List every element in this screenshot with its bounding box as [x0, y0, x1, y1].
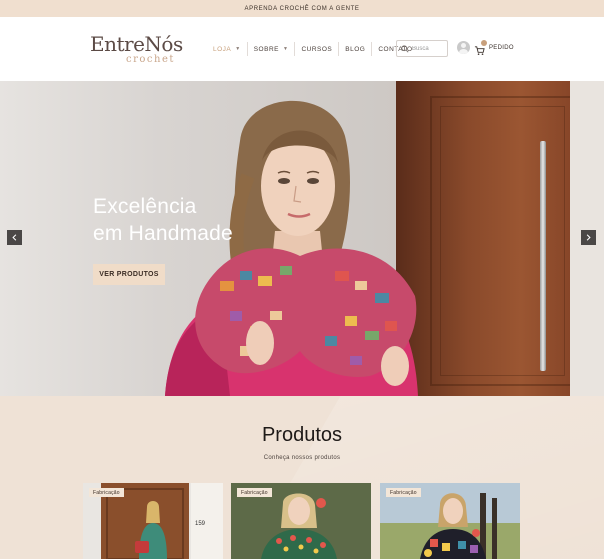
door-handle [540, 141, 546, 371]
see-products-button[interactable]: VER PRODUTOS [93, 264, 165, 285]
cart-label: PEDIDO [489, 45, 514, 51]
cart-button[interactable]: PEDIDO [474, 39, 514, 55]
hero-banner: Excelência em Handmade VER PRODUTOS [0, 81, 604, 396]
site-header: EntreNós crochet LOJA ▼ SOBRE ▼ CURSOS B… [0, 17, 604, 81]
logo-sub-text: crochet [126, 54, 175, 65]
svg-text:159: 159 [195, 521, 206, 527]
nav-item-label: SOBRE [253, 45, 279, 53]
section-title: Produtos [261, 424, 343, 446]
chevron-down-icon: ▼ [235, 46, 241, 52]
cart-count-badge [481, 39, 487, 46]
user-icon[interactable] [457, 41, 470, 54]
main-nav: LOJA ▼ SOBRE ▼ CURSOS BLOG CONTATO [207, 41, 419, 57]
announcement-bar: APRENDA CROCHÊ COM A GENTE [0, 0, 604, 17]
chevron-down-icon: ▼ [282, 46, 289, 52]
logo-main-text: EntreNós [90, 32, 183, 56]
product-card[interactable]: Fabricação [380, 483, 520, 559]
door-panel-inner [440, 106, 565, 376]
hero-title: Excelência em Handmade [93, 193, 233, 247]
product-card[interactable]: Fabricação 159 [83, 483, 223, 559]
nav-item-label: LOJA [213, 45, 232, 53]
search-icon [401, 44, 409, 53]
nav-item-sobre[interactable]: SOBRE ▼ [248, 41, 295, 57]
hero-title-line-2: em Handmade [93, 222, 233, 245]
nav-item-loja[interactable]: LOJA ▼ [207, 41, 247, 57]
carousel-prev-button[interactable] [7, 230, 22, 245]
cart-icon [474, 39, 487, 55]
nav-item-cursos[interactable]: CURSOS [295, 41, 338, 57]
product-badge: Fabricação [386, 488, 421, 497]
products-section: Produtos Conheça nossos produtos Fabrica… [0, 396, 604, 559]
product-badge: Fabricação [89, 488, 124, 497]
search-input[interactable] [412, 45, 446, 52]
nav-item-label: BLOG [345, 45, 366, 53]
announcement-text: APRENDA CROCHÊ COM A GENTE [244, 5, 360, 12]
carousel-next-button[interactable] [581, 230, 596, 245]
section-subtitle: Conheça nossos produtos [263, 455, 341, 461]
product-badge: Fabricação [237, 488, 272, 497]
search-box[interactable] [396, 40, 448, 57]
nav-item-label: CURSOS [301, 45, 333, 53]
chevron-right-icon [586, 234, 591, 241]
product-card[interactable]: Fabricação [231, 483, 371, 559]
chevron-left-icon [12, 234, 17, 241]
nav-item-blog[interactable]: BLOG [339, 41, 371, 57]
hero-title-line-1: Excelência [93, 195, 197, 218]
site-logo[interactable]: EntreNós crochet [90, 32, 186, 70]
